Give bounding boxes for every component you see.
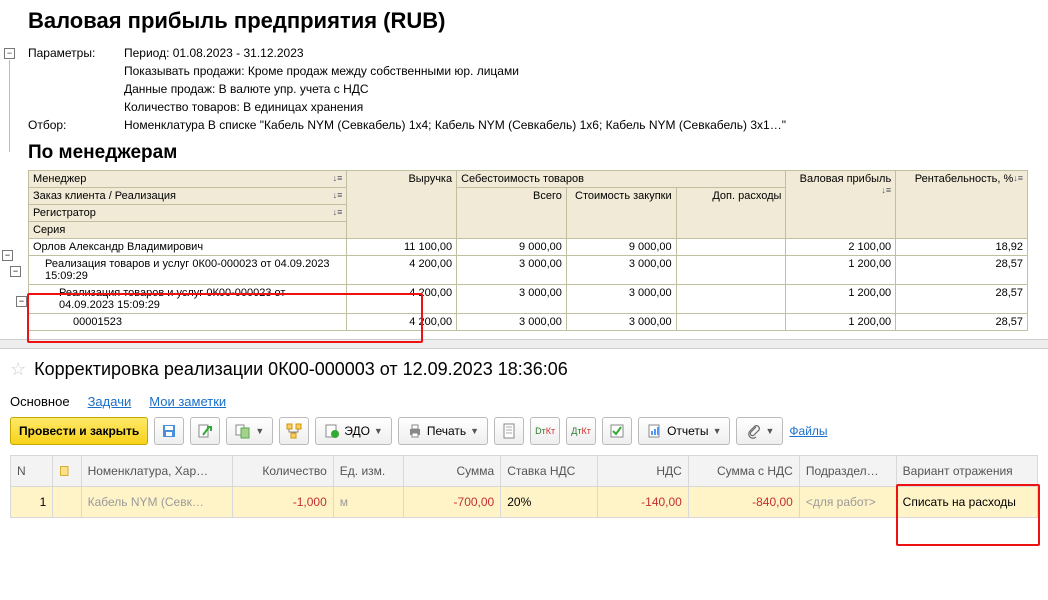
files-link[interactable]: Файлы (789, 424, 827, 438)
hdr-revenue[interactable]: Выручка (347, 171, 457, 239)
hdr-gross[interactable]: Валовая прибыль ↓≡ (786, 171, 896, 239)
doc-button[interactable] (494, 417, 524, 445)
tab-tasks[interactable]: Задачи (88, 394, 132, 409)
tree-collapse-root[interactable]: − (4, 48, 15, 59)
doc-row[interactable]: 1 Кабель NYM (Севк… -1,000 м -700,00 20%… (11, 487, 1038, 518)
tab-notes[interactable]: Мои заметки (149, 394, 226, 409)
table-row[interactable]: Реализация товаров и услуг 0К00-000023 о… (29, 256, 1028, 285)
col-qty[interactable]: Количество (232, 456, 333, 487)
hdr-registrar[interactable]: Регистратор↓≡ (29, 205, 347, 222)
col-lock[interactable] (53, 456, 81, 487)
cell-n[interactable]: 1 (11, 487, 53, 518)
reports-button[interactable]: Отчеты▼ (638, 417, 730, 445)
edo-button[interactable]: ЭДО▼ (315, 417, 392, 445)
col-sum[interactable]: Сумма (404, 456, 501, 487)
based-on-button[interactable]: ▼ (226, 417, 273, 445)
tab-main[interactable]: Основное (10, 394, 70, 409)
favorite-star-icon[interactable]: ☆ (10, 359, 26, 380)
cell-sum[interactable]: -700,00 (404, 487, 501, 518)
col-sum-vat[interactable]: Сумма с НДС (688, 456, 799, 487)
hdr-rent[interactable]: Рентабельность, % ↓≡ (896, 171, 1028, 239)
cell-vat-rate[interactable]: 20% (501, 487, 598, 518)
report-grid[interactable]: Менеджер↓≡ Выручка Себестоимость товаров… (28, 170, 1028, 331)
filter-value: Номенклатура В списке "Кабель NYM (Севка… (124, 116, 786, 134)
tree-toggle[interactable]: − (10, 266, 21, 277)
col-vat[interactable]: НДС (598, 456, 689, 487)
col-variant[interactable]: Вариант отражения (896, 456, 1037, 487)
post-and-close-button[interactable]: Провести и закрыть (10, 417, 148, 445)
dtkt-alt-button[interactable]: ДᴛКᴛ (566, 417, 596, 445)
print-button[interactable]: Печать▼ (398, 417, 488, 445)
cell-variant[interactable]: Списать на расходы (896, 487, 1037, 518)
hdr-manager[interactable]: Менеджер↓≡ (29, 171, 347, 188)
col-nomen[interactable]: Номенклатура, Хар… (81, 456, 232, 487)
table-row[interactable]: 00001523 4 200,00 3 000,00 3 000,00 1 20… (29, 314, 1028, 331)
param-qty: Количество товаров: В единицах хранения (124, 98, 363, 116)
col-n[interactable]: N (11, 456, 53, 487)
doc-grid[interactable]: N Номенклатура, Хар… Количество Ед. изм.… (10, 455, 1038, 518)
report-title: Валовая прибыль предприятия (RUB) (28, 8, 1040, 34)
param-period: Период: 01.08.2023 - 31.12.2023 (124, 44, 304, 62)
filter-label: Отбор: (28, 116, 124, 134)
cell-qty[interactable]: -1,000 (232, 487, 333, 518)
param-sales-data: Данные продаж: В валюте упр. учета с НДС (124, 80, 369, 98)
hdr-cost-total[interactable]: Всего (457, 188, 567, 239)
save-button[interactable] (154, 417, 184, 445)
hdr-cost-group[interactable]: Себестоимость товаров (457, 171, 786, 188)
pane-splitter[interactable] (0, 339, 1048, 349)
col-dept[interactable]: Подраздел… (799, 456, 896, 487)
cell-unit[interactable]: м (333, 487, 404, 518)
hdr-series[interactable]: Серия (29, 222, 347, 239)
tree-toggle[interactable]: − (2, 250, 13, 261)
structure-button[interactable] (279, 417, 309, 445)
check-button[interactable] (602, 417, 632, 445)
tree-toggle[interactable]: − (16, 296, 27, 307)
cell-vat[interactable]: -140,00 (598, 487, 689, 518)
doc-title: Корректировка реализации 0К00-000003 от … (34, 359, 568, 380)
table-row[interactable]: Реализация товаров и услуг 0К00-000023 о… (29, 285, 1028, 314)
table-row[interactable]: Орлов Александр Владимирович 11 100,00 9… (29, 239, 1028, 256)
hdr-cost-purchase[interactable]: Стоимость закупки (566, 188, 676, 239)
section-title: По менеджерам (28, 142, 1040, 164)
cell-dept[interactable]: <для работ> (799, 487, 896, 518)
cell-sum-vat[interactable]: -840,00 (688, 487, 799, 518)
cell-nomen[interactable]: Кабель NYM (Севк… (81, 487, 232, 518)
attach-button[interactable]: ▼ (736, 417, 783, 445)
toolbar: Провести и закрыть ▼ ЭДО▼ Печать▼ DᴛКᴛ Д… (10, 417, 1038, 445)
post-button[interactable] (190, 417, 220, 445)
params-label: Параметры: (28, 44, 124, 62)
hdr-cost-extra[interactable]: Доп. расходы (676, 188, 786, 239)
cell-lock[interactable] (53, 487, 81, 518)
param-show-sales: Показывать продажи: Кроме продаж между с… (124, 62, 519, 80)
hdr-order[interactable]: Заказ клиента / Реализация↓≡ (29, 188, 347, 205)
col-unit[interactable]: Ед. изм. (333, 456, 404, 487)
col-vat-rate[interactable]: Ставка НДС (501, 456, 598, 487)
dtkt-button[interactable]: DᴛКᴛ (530, 417, 560, 445)
